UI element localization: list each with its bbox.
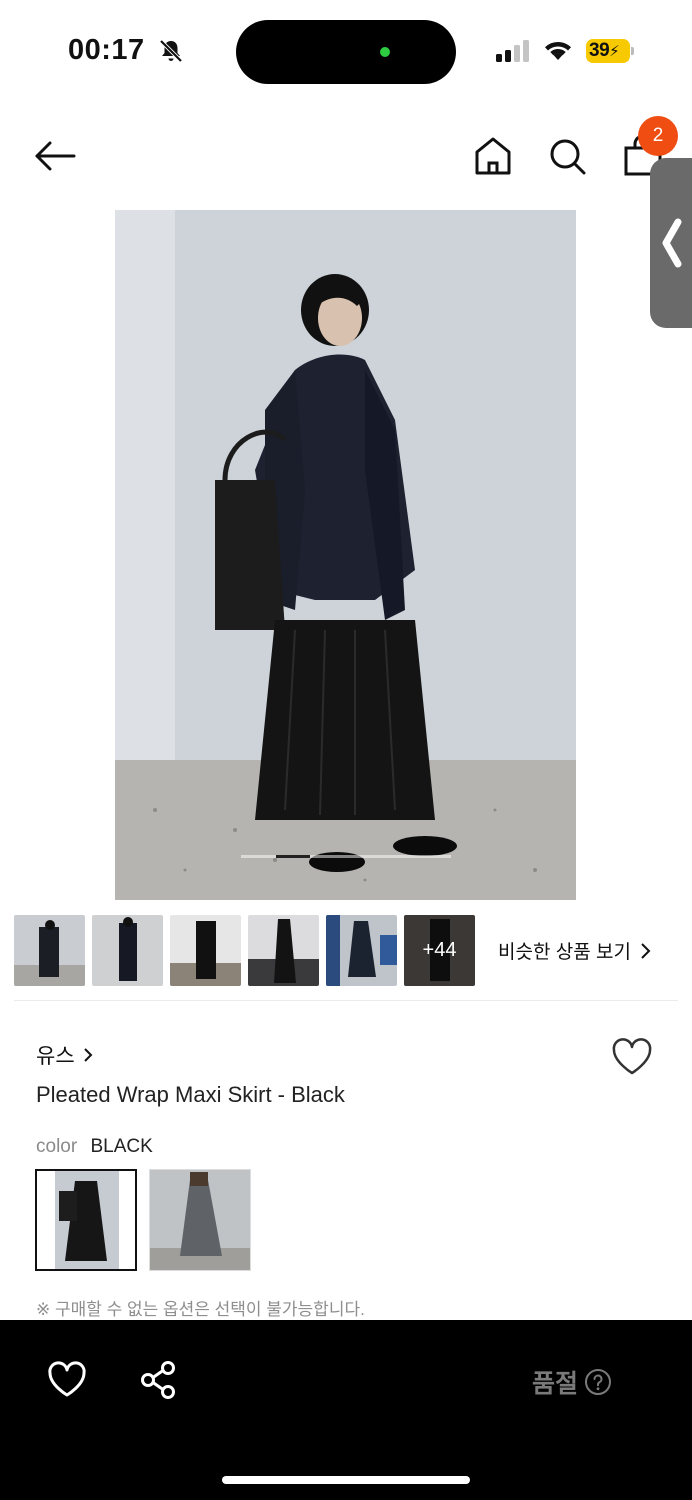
home-icon (475, 137, 511, 175)
bell-muted-icon (159, 39, 183, 63)
search-button[interactable] (544, 132, 590, 180)
status-bar: 00:17 39⚡ (0, 0, 692, 100)
thumbnail-3[interactable] (170, 915, 241, 986)
thumbnail-1[interactable] (14, 915, 85, 986)
back-arrow-icon (35, 141, 76, 171)
brand-name: 유스 (36, 1045, 75, 1068)
search-icon (550, 139, 586, 175)
section-divider (14, 1000, 678, 1001)
thumbnail-4[interactable] (248, 915, 319, 986)
dynamic-island (236, 20, 456, 84)
color-value: BLACK (90, 1136, 153, 1157)
carousel-indicator (276, 855, 310, 858)
color-swatch-grey[interactable] (149, 1169, 251, 1271)
similar-products-link[interactable]: 비슷한 상품 보기 (498, 937, 651, 964)
product-detail-page: 00:17 39⚡ 2 +44 비슷한 상품 보기 유스 Pleated Wra… (0, 0, 692, 1500)
wifi-icon (545, 41, 571, 60)
brand-link[interactable]: 유스 (36, 1040, 93, 1070)
thumbnail-5[interactable] (326, 915, 397, 986)
soldout-status: 품절 (532, 1364, 612, 1400)
color-row: color BLACK (36, 1136, 153, 1158)
bottom-action-bar: 품절 (0, 1320, 692, 1500)
option-notice: ※ 구매할 수 없는 옵션은 선택이 불가능합니다. (36, 1300, 365, 1319)
heart-icon[interactable] (46, 1360, 88, 1400)
chevron-left-icon (662, 218, 682, 268)
home-button[interactable] (470, 132, 516, 180)
side-panel-handle[interactable] (650, 158, 692, 328)
model-photo (115, 210, 576, 900)
color-swatch-black[interactable] (35, 1169, 137, 1271)
product-title: Pleated Wrap Maxi Skirt - Black (36, 1082, 345, 1107)
camera-indicator-icon (380, 47, 390, 57)
share-icon[interactable] (138, 1360, 178, 1400)
clock: 00:17 (68, 34, 145, 66)
color-label: color (36, 1136, 78, 1157)
soldout-label: 품절 (532, 1370, 579, 1398)
top-nav (0, 110, 692, 200)
home-indicator (222, 1476, 470, 1484)
thumbnail-6-more[interactable]: +44 (404, 915, 475, 986)
battery-indicator: 39⚡ (586, 39, 634, 63)
heart-icon[interactable] (610, 1037, 654, 1077)
carousel-track (241, 855, 451, 858)
chevron-right-icon (641, 942, 651, 959)
cart-count-badge: 2 (638, 116, 678, 156)
product-main-image[interactable] (115, 210, 576, 900)
similar-products-label: 비슷한 상품 보기 (498, 942, 631, 963)
cellular-signal-icon (496, 40, 529, 62)
thumbnail-2[interactable] (92, 915, 163, 986)
back-button[interactable] (30, 134, 80, 178)
more-images-count: +44 (404, 915, 475, 986)
battery-level: 39 (589, 40, 610, 61)
chevron-right-icon (83, 1048, 93, 1062)
question-icon[interactable] (584, 1368, 612, 1396)
